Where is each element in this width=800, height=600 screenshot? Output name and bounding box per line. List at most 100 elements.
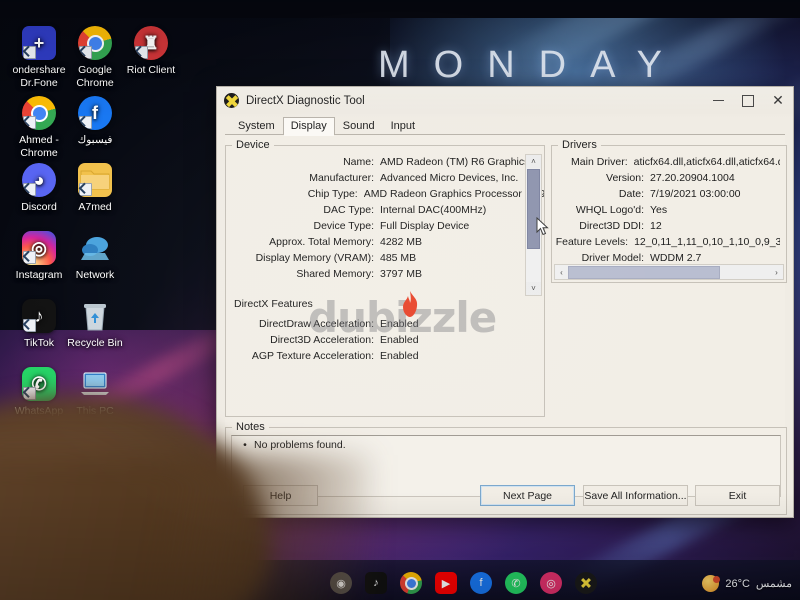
desktop-icon-label: Riot Client [126,64,176,76]
scroll-down-icon[interactable]: ˅ [526,282,541,295]
folder-icon [78,163,112,197]
scroll-right-icon[interactable]: › [770,268,783,277]
sun-icon [702,575,721,592]
scrollbar-thumb[interactable] [527,169,540,249]
help-button[interactable]: Help [243,485,318,506]
desktop-icon-folder-icon[interactable]: A7med [58,163,132,214]
riot-client-icon: ♜ [134,26,168,60]
tab-sound[interactable]: Sound [335,117,383,135]
taskbar-weather-widget[interactable]: 26°C مشمس [702,575,792,592]
field-label: Display Memory (VRAM): [255,252,374,264]
taskbar-facebook-icon[interactable]: f [470,572,492,594]
taskbar-dxdiag-taskbar-icon[interactable] [569,565,603,600]
field-label: Shared Memory: [296,268,374,280]
device-group: Device Name: AMD Radeon (TM) R6 Graphics M… [225,139,545,417]
drivers-group-legend: Drivers [558,139,601,151]
device-info-row: Shared Memory: 3797 MB [226,266,544,282]
tab-strip: System Display Sound Input [217,114,793,136]
taskbar-camera-icon[interactable]: ◉ [330,572,352,594]
desktop-icon-riot-client-icon[interactable]: ♜ Riot Client [114,26,188,77]
desktop-icon-network-icon[interactable]: Network [58,231,132,282]
this-pc-icon [78,367,112,401]
icon-glyph: ♜ [142,32,160,53]
desktop-icon-label: Recycle Bin [67,337,123,349]
icon-glyph: ♪ [34,305,44,326]
chrome-core-icon [86,34,104,52]
field-value: Enabled [380,350,419,362]
field-value: Advanced Micro Devices, Inc. [380,172,519,184]
hscrollbar-thumb[interactable] [568,265,720,279]
directx-feature-row: Direct3D Acceleration: Enabled [226,332,536,348]
scroll-left-icon[interactable]: ‹ [555,268,568,277]
driver-info-row: Date: 7/19/2021 03:00:00 [552,186,780,202]
driver-info-row: Feature Levels: 12_0,11_1,11_0,10_1,10_0,… [552,234,780,250]
field-value: AMD Radeon Graphics Processor (0x9874) [363,188,544,200]
chrome-core-icon [30,104,48,122]
wondershare-icon: + [22,26,56,60]
taskbar-tiktok-icon[interactable]: ♪ [365,572,387,594]
device-info-row: Display Memory (VRAM): 485 MB [226,250,544,266]
driver-info-row: Version: 27.20.20904.1004 [552,170,780,186]
minimize-button[interactable] [703,87,733,114]
discord-icon: ◕ [22,163,56,197]
close-button[interactable]: ✕ [763,87,793,114]
field-label: Direct3D DDI: [579,220,644,232]
exit-button[interactable]: Exit [695,485,780,506]
save-all-information-button[interactable]: Save All Information... [583,485,688,506]
field-label: Manufacturer: [309,172,374,184]
network-icon [78,231,112,265]
device-info-row: Chip Type: AMD Radeon Graphics Processor … [226,186,544,202]
desktop-icon-recycle-bin-icon[interactable]: Recycle Bin [58,299,132,350]
wallpaper-day-text: MONDAY [378,44,686,86]
scroll-up-icon[interactable]: ˄ [526,155,541,168]
field-value: 3797 MB [380,268,423,280]
taskbar-chrome-icon[interactable] [400,572,422,594]
taskbar-whatsapp-icon[interactable]: ✆ [505,572,527,594]
field-value: 27.20.20904.1004 [650,172,735,184]
field-label: Chip Type: [307,188,358,200]
device-info-row: Device Type: Full Display Device [226,218,544,234]
facebook-icon: f [78,96,112,130]
weather-temperature: 26°C [725,577,750,590]
field-label: Date: [618,188,644,200]
chrome-icon [78,26,112,60]
field-label: DirectDraw Acceleration: [259,318,374,330]
window-titlebar[interactable]: DirectX Diagnostic Tool ✕ [217,87,793,114]
window-body: Device Name: AMD Radeon (TM) R6 Graphics M… [225,135,787,515]
tab-system[interactable]: System [230,117,283,135]
field-value: 12_0,11_1,11_0,10_1,10_0,9_3,9_2,9 [634,236,780,248]
tiktok-icon: ♪ [22,299,56,333]
screen-root: MONDAY + ondershare Dr.Fone Google Chrome ♜ Ri… [0,0,800,600]
taskbar: ◉ ♪ ▶ f ✆ ◎ 26°C مشمس [0,560,800,600]
notes-item: • No problems found. [232,436,780,451]
taskbar-instagram-icon[interactable]: ◎ [540,572,562,594]
device-group-legend: Device [232,139,274,151]
field-label: Device Type: [313,220,374,232]
device-info-rows: Name: AMD Radeon (TM) R6 Graphics Manufact… [226,154,544,282]
instagram-icon: ◎ [22,231,56,265]
directx-feature-row: AGP Texture Acceleration: Enabled [226,348,536,364]
tab-display[interactable]: Display [282,117,335,136]
device-vertical-scrollbar[interactable]: ˄ ˅ [525,154,542,296]
drivers-horizontal-scrollbar[interactable]: ‹ › [554,264,784,280]
maximize-button[interactable] [733,87,763,114]
drivers-group: Drivers Main Driver: aticfx64.dll,aticfx6… [551,139,787,283]
field-value: 7/19/2021 03:00:00 [650,188,741,200]
taskbar-youtube-icon[interactable]: ▶ [435,572,457,594]
driver-info-row: Direct3D DDI: 12 [552,218,780,234]
field-label: Name: [343,156,374,168]
directx-features-title: DirectX Features [234,298,313,310]
desktop-icon-facebook-icon[interactable]: f فيسبوك [58,96,132,147]
icon-glyph: ◎ [31,237,47,258]
desktop-icon-this-pc-icon[interactable]: This PC [58,367,132,418]
field-label: Feature Levels: [555,236,629,248]
next-page-button[interactable]: Next Page [480,485,575,506]
desktop-icon-label: A7med [78,201,112,213]
field-value: Yes [650,204,668,216]
field-value: AMD Radeon (TM) R6 Graphics [380,156,530,168]
tab-input[interactable]: Input [383,117,423,135]
field-value: Enabled [380,318,419,330]
field-label: WHQL Logo'd: [575,204,644,216]
field-value: Full Display Device [380,220,470,232]
window-title: DirectX Diagnostic Tool [246,94,365,107]
